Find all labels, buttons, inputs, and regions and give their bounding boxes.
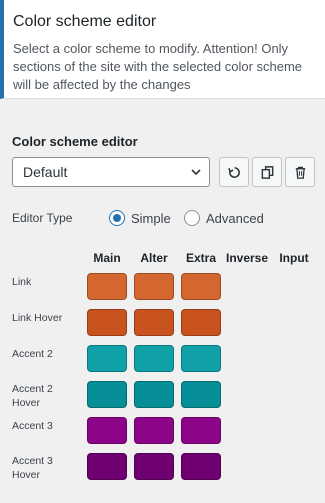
swatch-link-extra[interactable]	[181, 273, 221, 300]
swatch-accent-2-hover-main[interactable]	[87, 381, 127, 408]
radio-advanced[interactable]: Advanced	[184, 210, 264, 226]
row-label-link: Link	[12, 276, 32, 288]
swatch-accent-2-hover-alter[interactable]	[134, 381, 174, 408]
swatch-accent-2-hover-extra[interactable]	[181, 381, 221, 408]
row-label-accent-3-hover: Accent 3 Hover	[12, 455, 53, 481]
header-title: Color scheme editor	[13, 13, 157, 30]
swatch-accent-3-main[interactable]	[87, 417, 127, 444]
swatch-accent-3-hover-extra[interactable]	[181, 453, 221, 480]
column-header-extra: Extra	[185, 251, 217, 265]
chevron-down-icon	[191, 169, 201, 176]
column-header-alter: Alter	[140, 251, 168, 265]
swatch-accent-3-alter[interactable]	[134, 417, 174, 444]
copy-button[interactable]	[252, 157, 282, 187]
row-label-accent-2-hover: Accent 2 Hover	[12, 383, 53, 409]
swatch-accent-3-hover-alter[interactable]	[134, 453, 174, 480]
radio-advanced-label: Advanced	[206, 210, 264, 226]
radio-advanced-dot[interactable]	[184, 210, 200, 226]
column-header-main: Main	[93, 251, 121, 265]
scheme-select-value: Default	[23, 164, 68, 180]
editor-type-label: Editor Type	[12, 211, 73, 225]
row-label-accent-3: Accent 3	[12, 420, 53, 432]
swatch-link-main[interactable]	[87, 273, 127, 300]
delete-button[interactable]	[285, 157, 315, 187]
swatch-accent-3-extra[interactable]	[181, 417, 221, 444]
swatch-accent-2-main[interactable]	[87, 345, 127, 372]
trash-icon	[295, 166, 305, 179]
reset-button[interactable]	[219, 157, 249, 187]
swatch-link-alter[interactable]	[134, 273, 174, 300]
swatch-accent-2-alter[interactable]	[134, 345, 174, 372]
swatch-link-hover-extra[interactable]	[181, 309, 221, 336]
column-header-input: Input	[279, 251, 309, 265]
header-description: Select a color scheme to modify. Attenti…	[13, 41, 303, 92]
radio-simple-dot[interactable]	[109, 210, 125, 226]
section-title: Color scheme editor	[12, 134, 138, 149]
scheme-select[interactable]: Default	[12, 157, 210, 187]
swatch-link-hover-alter[interactable]	[134, 309, 174, 336]
reset-icon	[227, 166, 240, 178]
swatch-link-hover-main[interactable]	[87, 309, 127, 336]
column-header-inverse: Inverse	[225, 251, 269, 265]
swatch-accent-3-hover-main[interactable]	[87, 453, 127, 480]
editor-header: Color scheme editor Select a color schem…	[0, 0, 325, 99]
radio-simple[interactable]: Simple	[109, 210, 171, 226]
row-label-accent-2: Accent 2	[12, 348, 53, 360]
radio-simple-label: Simple	[131, 210, 171, 226]
copy-icon	[261, 165, 273, 179]
row-label-link-hover: Link Hover	[12, 312, 63, 324]
swatch-accent-2-extra[interactable]	[181, 345, 221, 372]
